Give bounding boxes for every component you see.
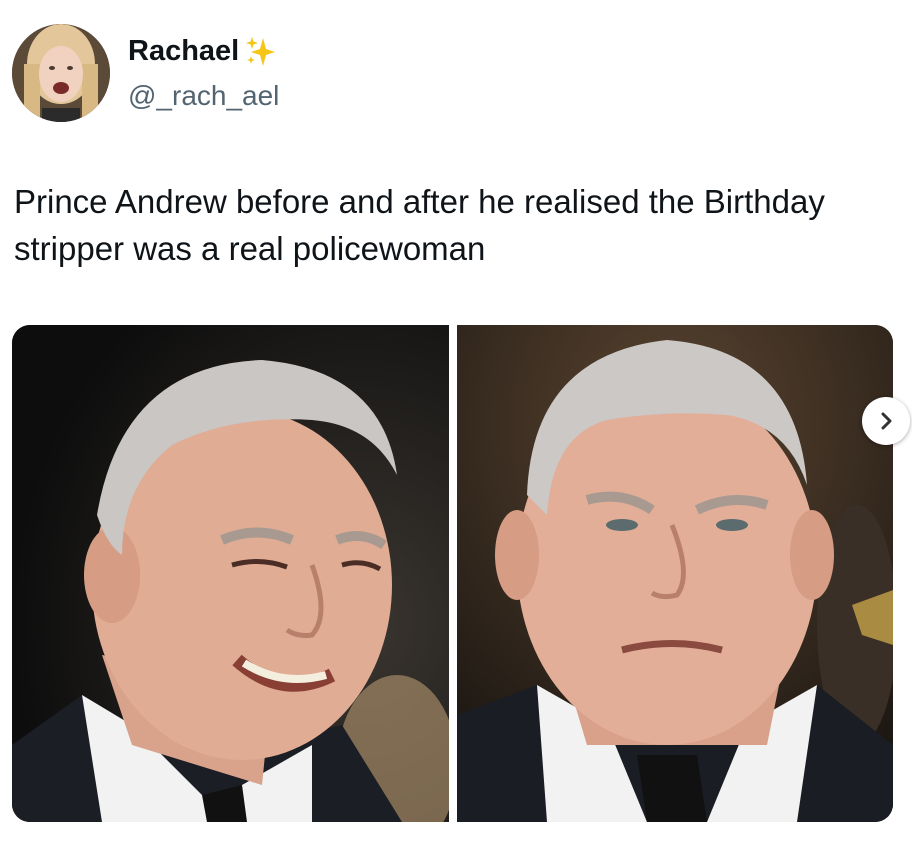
tweet-text: Prince Andrew before and after he realis… bbox=[14, 183, 825, 267]
display-name[interactable]: Rachael bbox=[128, 35, 239, 68]
smiling-man-photo bbox=[12, 325, 449, 822]
sparkles-icon bbox=[243, 34, 277, 68]
author-handle[interactable]: @_rach_ael bbox=[128, 80, 279, 112]
before-photo[interactable] bbox=[12, 325, 449, 822]
after-photo[interactable] bbox=[457, 325, 893, 822]
avatar-photo bbox=[12, 24, 110, 122]
author-name-row[interactable]: Rachael bbox=[128, 34, 277, 68]
next-image-button[interactable] bbox=[862, 397, 910, 445]
frowning-man-photo bbox=[457, 325, 893, 822]
chevron-right-icon bbox=[881, 412, 892, 430]
avatar[interactable] bbox=[12, 24, 110, 122]
